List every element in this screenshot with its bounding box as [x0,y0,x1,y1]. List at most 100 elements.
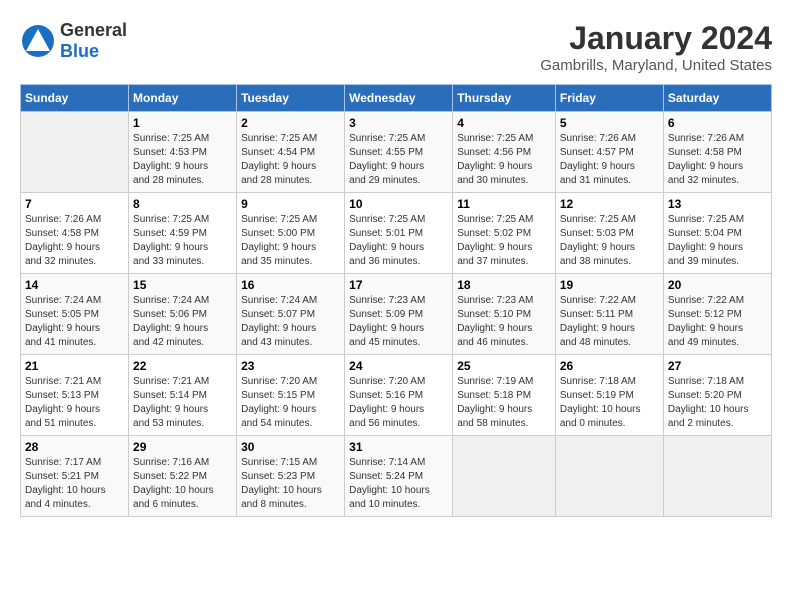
calendar-cell: 28 Sunrise: 7:17 AM Sunset: 5:21 PM Dayli… [21,436,129,517]
calendar-week-3: 14 Sunrise: 7:24 AM Sunset: 5:05 PM Dayli… [21,274,772,355]
calendar-cell: 4Sunrise: 7:25 AM Sunset: 4:56 PM Daylig… [453,112,556,193]
calendar-week-5: 28 Sunrise: 7:17 AM Sunset: 5:21 PM Dayli… [21,436,772,517]
calendar-cell [555,436,663,517]
day-info: Sunrise: 7:25 AM Sunset: 4:54 PM Dayligh… [241,132,340,188]
day-number: 7 [25,197,124,211]
calendar-cell [663,436,771,517]
calendar-table: SundayMondayTuesdayWednesdayThursdayFrid… [20,84,772,517]
day-info: Sunrise: 7:21 AM Sunset: 5:14 PM Dayligh… [133,375,232,431]
logo: General Blue [20,20,127,62]
calendar-cell: 1Sunrise: 7:25 AM Sunset: 4:53 PM Daylig… [129,112,237,193]
logo-general-text: General [60,20,127,40]
day-info: Sunrise: 7:25 AM Sunset: 5:00 PM Dayligh… [241,213,340,269]
calendar-cell [453,436,556,517]
day-number: 3 [349,116,448,130]
day-info: Sunrise: 7:24 AM Sunset: 5:07 PM Dayligh… [241,294,340,350]
calendar-cell: 12 Sunrise: 7:25 AM Sunset: 5:03 PM Dayli… [555,193,663,274]
calendar-cell: 9Sunrise: 7:25 AM Sunset: 5:00 PM Daylig… [237,193,345,274]
day-info: Sunrise: 7:25 AM Sunset: 5:03 PM Dayligh… [560,213,659,269]
header-row: SundayMondayTuesdayWednesdayThursdayFrid… [21,85,772,112]
day-number: 19 [560,278,659,292]
day-number: 5 [560,116,659,130]
calendar-cell: 18Sunrise: 7:23 AM Sunset: 5:10 PM Dayli… [453,274,556,355]
day-info: Sunrise: 7:26 AM Sunset: 4:58 PM Dayligh… [668,132,767,188]
day-number: 24 [349,359,448,373]
day-number: 23 [241,359,340,373]
calendar-cell: 19Sunrise: 7:22 AM Sunset: 5:11 PM Dayli… [555,274,663,355]
header-day-monday: Monday [129,85,237,112]
calendar-body: 1Sunrise: 7:25 AM Sunset: 4:53 PM Daylig… [21,112,772,517]
day-info: Sunrise: 7:25 AM Sunset: 5:04 PM Dayligh… [668,213,767,269]
day-info: Sunrise: 7:25 AM Sunset: 4:53 PM Dayligh… [133,132,232,188]
calendar-week-2: 7 Sunrise: 7:26 AM Sunset: 4:58 PM Daylig… [21,193,772,274]
calendar-cell: 2 Sunrise: 7:25 AM Sunset: 4:54 PM Daylig… [237,112,345,193]
calendar-cell: 22 Sunrise: 7:21 AM Sunset: 5:14 PM Dayli… [129,355,237,436]
calendar-week-1: 1Sunrise: 7:25 AM Sunset: 4:53 PM Daylig… [21,112,772,193]
calendar-cell: 26Sunrise: 7:18 AM Sunset: 5:19 PM Dayli… [555,355,663,436]
day-info: Sunrise: 7:15 AM Sunset: 5:23 PM Dayligh… [241,456,340,512]
day-number: 12 [560,197,659,211]
day-number: 17 [349,278,448,292]
title-block: January 2024 Gambrills, Maryland, United… [540,20,772,74]
day-info: Sunrise: 7:25 AM Sunset: 5:01 PM Dayligh… [349,213,448,269]
day-info: Sunrise: 7:23 AM Sunset: 5:10 PM Dayligh… [457,294,551,350]
day-number: 30 [241,440,340,454]
calendar-cell: 23 Sunrise: 7:20 AM Sunset: 5:15 PM Dayli… [237,355,345,436]
day-number: 22 [133,359,232,373]
day-info: Sunrise: 7:20 AM Sunset: 5:16 PM Dayligh… [349,375,448,431]
day-info: Sunrise: 7:26 AM Sunset: 4:58 PM Dayligh… [25,213,124,269]
day-number: 29 [133,440,232,454]
day-info: Sunrise: 7:19 AM Sunset: 5:18 PM Dayligh… [457,375,551,431]
page-title: January 2024 [540,20,772,57]
day-number: 6 [668,116,767,130]
header-day-thursday: Thursday [453,85,556,112]
calendar-cell: 8 Sunrise: 7:25 AM Sunset: 4:59 PM Daylig… [129,193,237,274]
calendar-cell: 11 Sunrise: 7:25 AM Sunset: 5:02 PM Dayli… [453,193,556,274]
day-number: 14 [25,278,124,292]
day-number: 16 [241,278,340,292]
day-number: 11 [457,197,551,211]
calendar-cell: 7 Sunrise: 7:26 AM Sunset: 4:58 PM Daylig… [21,193,129,274]
day-number: 2 [241,116,340,130]
calendar-cell: 3 Sunrise: 7:25 AM Sunset: 4:55 PM Daylig… [345,112,453,193]
day-number: 20 [668,278,767,292]
day-number: 31 [349,440,448,454]
day-number: 10 [349,197,448,211]
calendar-cell: 21 Sunrise: 7:21 AM Sunset: 5:13 PM Dayli… [21,355,129,436]
day-info: Sunrise: 7:25 AM Sunset: 4:55 PM Dayligh… [349,132,448,188]
calendar-cell: 30 Sunrise: 7:15 AM Sunset: 5:23 PM Dayli… [237,436,345,517]
day-info: Sunrise: 7:17 AM Sunset: 5:21 PM Dayligh… [25,456,124,512]
day-info: Sunrise: 7:21 AM Sunset: 5:13 PM Dayligh… [25,375,124,431]
day-info: Sunrise: 7:18 AM Sunset: 5:19 PM Dayligh… [560,375,659,431]
page-subtitle: Gambrills, Maryland, United States [540,57,772,74]
header-day-wednesday: Wednesday [345,85,453,112]
day-number: 8 [133,197,232,211]
calendar-cell: 27Sunrise: 7:18 AM Sunset: 5:20 PM Dayli… [663,355,771,436]
day-info: Sunrise: 7:20 AM Sunset: 5:15 PM Dayligh… [241,375,340,431]
calendar-cell: 24 Sunrise: 7:20 AM Sunset: 5:16 PM Dayli… [345,355,453,436]
logo-icon [20,23,56,59]
calendar-cell: 25Sunrise: 7:19 AM Sunset: 5:18 PM Dayli… [453,355,556,436]
calendar-cell: 15Sunrise: 7:24 AM Sunset: 5:06 PM Dayli… [129,274,237,355]
day-number: 28 [25,440,124,454]
day-number: 4 [457,116,551,130]
day-info: Sunrise: 7:24 AM Sunset: 5:05 PM Dayligh… [25,294,124,350]
calendar-cell: 13 Sunrise: 7:25 AM Sunset: 5:04 PM Dayli… [663,193,771,274]
calendar-cell: 5 Sunrise: 7:26 AM Sunset: 4:57 PM Daylig… [555,112,663,193]
day-number: 21 [25,359,124,373]
calendar-cell: 31 Sunrise: 7:14 AM Sunset: 5:24 PM Dayli… [345,436,453,517]
page-header: General Blue January 2024 Gambrills, Mar… [20,20,772,74]
day-info: Sunrise: 7:25 AM Sunset: 4:59 PM Dayligh… [133,213,232,269]
calendar-cell: 10 Sunrise: 7:25 AM Sunset: 5:01 PM Dayli… [345,193,453,274]
day-number: 13 [668,197,767,211]
logo-blue-text: Blue [60,41,99,61]
day-info: Sunrise: 7:14 AM Sunset: 5:24 PM Dayligh… [349,456,448,512]
day-info: Sunrise: 7:22 AM Sunset: 5:12 PM Dayligh… [668,294,767,350]
header-day-friday: Friday [555,85,663,112]
calendar-cell: 17Sunrise: 7:23 AM Sunset: 5:09 PM Dayli… [345,274,453,355]
header-day-saturday: Saturday [663,85,771,112]
calendar-cell: 16 Sunrise: 7:24 AM Sunset: 5:07 PM Dayli… [237,274,345,355]
day-info: Sunrise: 7:26 AM Sunset: 4:57 PM Dayligh… [560,132,659,188]
calendar-cell: 20 Sunrise: 7:22 AM Sunset: 5:12 PM Dayli… [663,274,771,355]
day-info: Sunrise: 7:25 AM Sunset: 5:02 PM Dayligh… [457,213,551,269]
